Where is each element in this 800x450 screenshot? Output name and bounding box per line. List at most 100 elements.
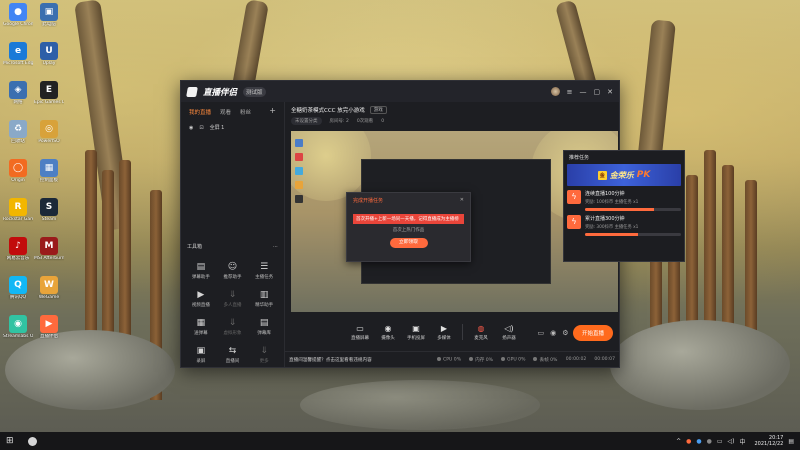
app-icon: ◯ [9, 159, 27, 177]
toolbox-more-icon[interactable]: ⋯ [273, 244, 278, 250]
add-scene-icon[interactable]: + [269, 107, 276, 116]
settings-icon[interactable]: ⚙ [562, 329, 568, 337]
tray-app-icon[interactable]: ● [686, 438, 691, 445]
toolbar-button[interactable]: ▶ 多媒体 [430, 324, 458, 341]
app-icon: Q [9, 276, 27, 294]
tab-fans[interactable]: 粉丝 [240, 108, 251, 116]
version-badge[interactable]: 测试版 [243, 86, 266, 97]
toolbar-button-icon: ▶ [440, 324, 448, 333]
tray-up-icon[interactable]: ^ [676, 438, 681, 445]
tool-item[interactable]: ▣ 录屏 [185, 346, 217, 364]
notification-icon[interactable]: ▤ [788, 438, 794, 445]
app-icon: ◉ [9, 315, 27, 333]
taskbar-app-icon[interactable] [27, 436, 37, 446]
room-meta-category[interactable]: 未设置分类 [291, 117, 322, 125]
room-info: 全糖奶茶模式CCC 放完小游戏 游戏 未设置分类 房间号: 2 0次观看 0 [285, 102, 619, 129]
desktop-icon[interactable]: U Uplay [34, 42, 64, 66]
tool-label: 视频直播 [191, 303, 210, 308]
desktop-icon[interactable]: ▣ 此电脑 [34, 3, 64, 27]
user-avatar[interactable] [550, 87, 560, 96]
toolbar-button[interactable]: ▣ 手机投屏 [402, 324, 430, 341]
toolbar-button[interactable]: ◁) 扬声器 [495, 324, 523, 341]
desktop-icon[interactable]: ◉Streamlabs OBS [3, 315, 33, 339]
clock[interactable]: 20:17 2021/12/22 [755, 435, 784, 447]
tab-watch[interactable]: 观看 [220, 108, 231, 116]
tool-icon: ☰ [260, 262, 269, 272]
tray-app-icon[interactable]: ● [696, 438, 701, 445]
desktop-icon[interactable]: ◯ Origin [3, 159, 33, 183]
desktop-icon[interactable]: ◎ PowerISO [34, 120, 64, 144]
tool-item[interactable]: ☺ 推荐助手 [217, 262, 249, 280]
tool-item[interactable]: ⇆ 直播间 [217, 346, 249, 364]
toolbar-button[interactable]: ◍ 麦克风 [467, 324, 495, 341]
desktop-icon[interactable]: ▶ 直播伴侣 [34, 315, 64, 339]
room-category-tag[interactable]: 游戏 [369, 106, 387, 114]
volume-icon[interactable]: ◁) [728, 438, 735, 445]
stat-dropped-frames: 丢帧 0% [533, 357, 557, 363]
toolbar-button-icon: ◁) [504, 324, 514, 333]
preview-toggle-icon[interactable]: ◉ [550, 329, 556, 337]
toolbar-button-label: 摄像头 [381, 336, 395, 341]
task-reward: 奖励: 100抖币 主播任务 x1 [585, 200, 639, 205]
network-icon[interactable]: ▭ [717, 438, 723, 445]
toolbox-header: 工具箱 ⋯ [187, 243, 278, 251]
windows-start-icon[interactable]: ⊞ [6, 436, 14, 446]
desktop-icon[interactable]: RRockstar Games [3, 198, 33, 222]
tool-item[interactable]: ▤ 弹幕助手 [185, 262, 217, 280]
app-icon: E [40, 81, 58, 99]
desktop-icon[interactable]: e Microsoft Edge [3, 42, 33, 66]
tool-item[interactable]: ▦ 送弹幕 [185, 318, 217, 336]
desktop-icon[interactable]: EEpic Games Launcher [34, 81, 64, 105]
tool-item[interactable]: ⇓ 虚拟形象 [217, 318, 249, 336]
tool-item[interactable]: ▤ 弹幕库 [248, 318, 280, 336]
app-logo-icon [186, 86, 198, 97]
room-title[interactable]: 全糖奶茶模式CCC 放完小游戏 [291, 106, 365, 114]
pk-banner[interactable]: 金 金荣乐 PK [567, 164, 681, 186]
desktop-icon[interactable]: ◈ 网络 [3, 81, 33, 105]
desktop-icon[interactable]: MMSI Afterburner [34, 237, 64, 261]
close-icon[interactable]: ✕ [607, 88, 613, 96]
toolbar-button[interactable]: ◉ 摄像头 [374, 324, 402, 341]
tool-item[interactable]: ▶ 视频直播 [185, 290, 217, 308]
maximize-icon[interactable]: ▢ [594, 88, 601, 96]
tool-label: 多人直播 [223, 303, 242, 308]
desktop-icon[interactable]: ♻ 回收站 [3, 120, 33, 144]
menu-icon[interactable]: ≡ [567, 88, 573, 96]
start-live-button[interactable]: 开始直播 [572, 324, 613, 341]
desktop-icon[interactable]: W WeGame [34, 276, 64, 300]
camera-flip-icon[interactable]: ▭ [537, 329, 544, 337]
tool-item[interactable]: ⇓ 更多 [248, 346, 280, 364]
tool-item[interactable]: ▥ 精华助手 [248, 290, 280, 308]
desktop-icon-label: WeGame [38, 295, 60, 300]
tool-item[interactable]: ☰ 主播任务 [248, 262, 280, 280]
ime-icon[interactable]: 中 [739, 437, 745, 446]
lock-icon[interactable]: ⊡ [199, 125, 203, 131]
desktop-icon-label: PowerISO [38, 139, 60, 144]
desktop-icon[interactable]: S Steam [34, 198, 64, 222]
desktop-icon[interactable]: ♪ 网易云音乐 [3, 237, 33, 261]
popup-close-icon[interactable]: ✕ [460, 197, 464, 204]
desktop-icon[interactable]: ▦ 控制面板 [34, 159, 64, 183]
toolbar-button[interactable]: ▭ 直播屏幕 [346, 324, 374, 341]
app-icon: R [9, 198, 27, 216]
desktop-icon[interactable]: ●Google Chrome [3, 3, 33, 27]
task-item[interactable]: ϟ 连续直播100分钟 奖励: 100抖币 主播任务 x1 [564, 186, 684, 211]
tool-icon: ▶ [197, 290, 205, 300]
desktop-icon[interactable]: Q 腾讯QQ [3, 276, 33, 300]
tool-item[interactable]: ⇓ 多人直播 [217, 290, 249, 308]
task-item[interactable]: ϟ 累计直播300分钟 奖励: 300抖币 主播任务 x1 [564, 211, 684, 236]
eye-icon[interactable]: ◉ [189, 125, 193, 131]
tray-app-icon[interactable]: ● [707, 438, 712, 445]
toolbar-separator [462, 324, 463, 340]
toolbar-extra: ▭ ◉ ⚙ [537, 329, 568, 337]
tab-my-live[interactable]: 我的直播 [189, 108, 211, 116]
status-notice[interactable]: 直播间温馨提醒？点击这里看看违规内容 [289, 357, 429, 363]
minimize-icon[interactable]: — [580, 88, 587, 96]
app-icon: e [9, 42, 27, 60]
claim-button[interactable]: 立即领取 [389, 238, 428, 248]
desktop-icon-label: Microsoft Edge [3, 61, 33, 66]
app-icon: ◎ [40, 120, 58, 138]
title-bar[interactable]: 直播伴侣 测试版 ≡ — ▢ ✕ [181, 81, 619, 102]
scene-item[interactable]: ◉ ⊡ 全屏 1 [181, 120, 284, 135]
app-icon: W [40, 276, 58, 294]
